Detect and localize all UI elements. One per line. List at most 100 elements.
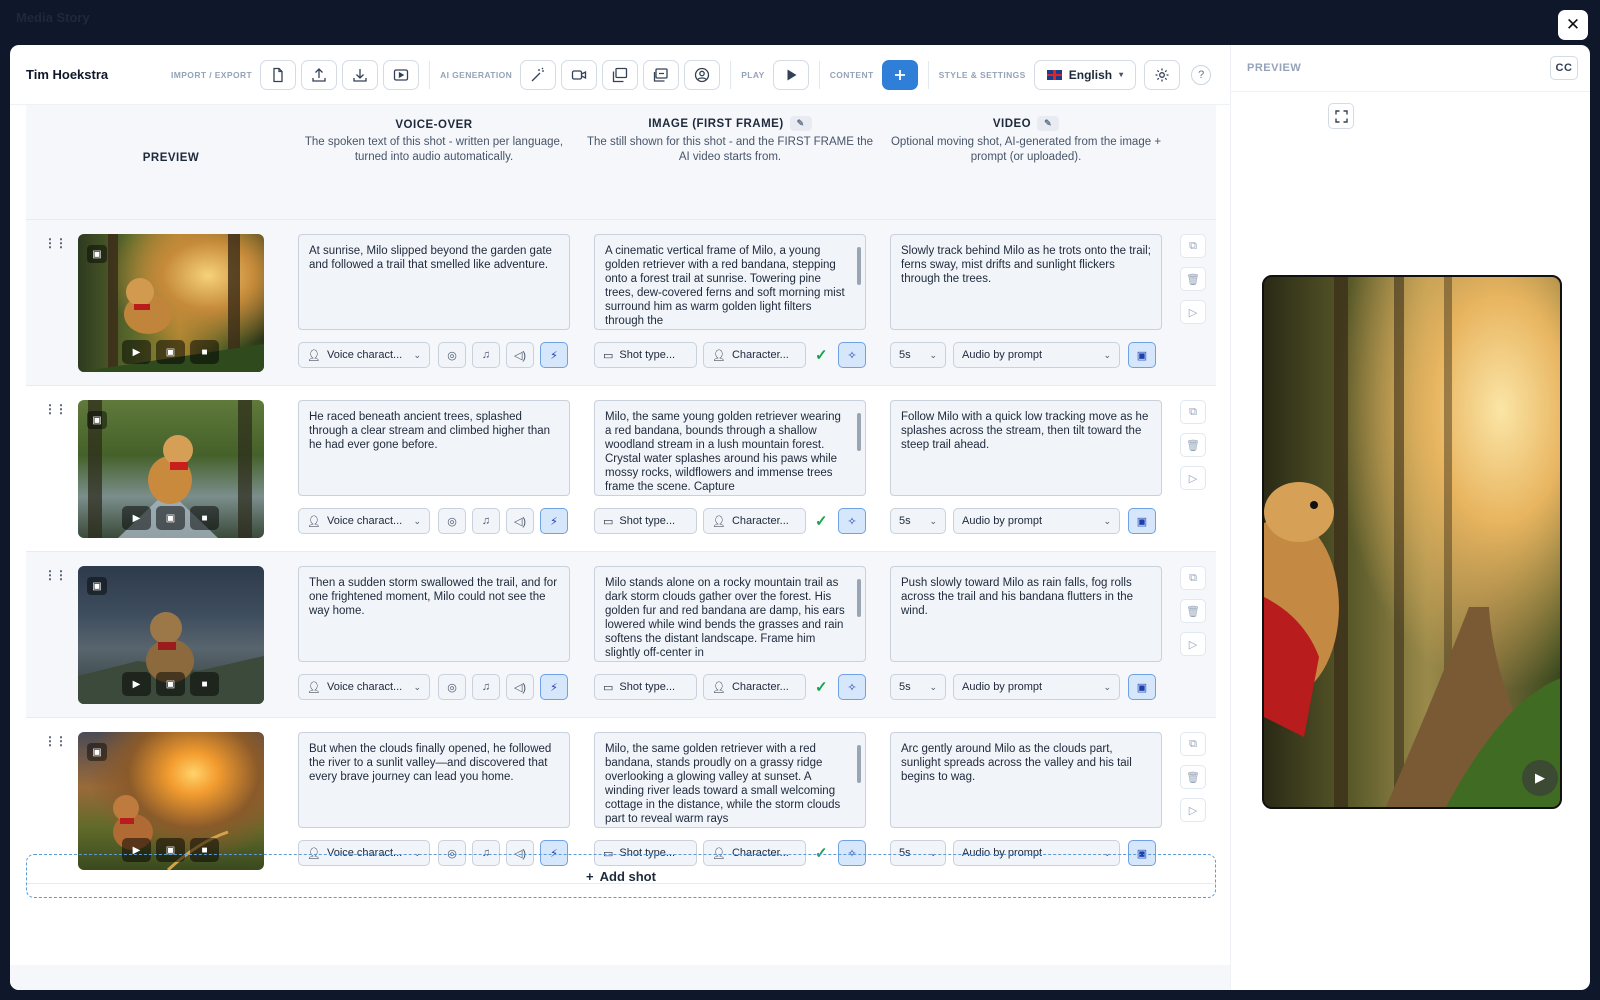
video-camera-icon[interactable]: ■ [190,340,219,364]
voice-over-text[interactable]: But when the clouds finally opened, he f… [298,732,570,828]
copy-icon[interactable]: ⧉ [1180,234,1206,258]
voice-character-select[interactable]: 👤︎ Voice charact... ⌄ [298,508,430,534]
copy-icon[interactable]: ⧉ [1180,400,1206,424]
image-prompt-text[interactable]: Milo, the same golden retriever with a r… [594,732,866,828]
scrollbar[interactable] [857,413,861,451]
shot-thumbnail[interactable]: ▣ ▶ ▣ ■ [78,234,264,372]
upload-button[interactable] [301,59,338,90]
pencil-icon[interactable]: ✎ [789,116,812,131]
voice-character-select[interactable]: 👤︎ Voice charact... ⌄ [298,674,430,700]
copy-icon[interactable]: ⧉ [1180,566,1206,590]
trash-icon[interactable]: 🗑︎ [1180,599,1206,623]
download-button[interactable] [342,59,379,90]
magic-wand-button[interactable] [520,59,557,90]
music-button[interactable]: ♫ [472,508,500,534]
play-icon[interactable]: ▷ [1180,300,1206,324]
sound-button[interactable]: ◁) [506,508,534,534]
voice-over-text[interactable]: At sunrise, Milo slipped beyond the gard… [298,234,570,330]
video-camera-icon[interactable]: ■ [190,506,219,530]
copy-icon[interactable]: ⧉ [1180,732,1206,756]
drag-handle-icon[interactable]: ⋮⋮ [44,402,67,416]
shot-type-select[interactable]: ▭ Shot type... [594,508,697,534]
image-icon[interactable]: ▣ [156,672,185,696]
voice-over-text[interactable]: He raced beneath ancient trees, splashed… [298,400,570,496]
duration-select[interactable]: 5s ⌄ [890,508,946,534]
video-prompt-text[interactable]: Slowly track behind Milo as he trots ont… [890,234,1162,330]
play-button[interactable] [772,59,809,90]
settings-button[interactable] [1144,59,1181,90]
sound-button[interactable]: ◁) [506,674,534,700]
video-prompt-text[interactable]: Arc gently around Milo as the clouds par… [890,732,1162,828]
trash-icon[interactable]: 🗑︎ [1180,765,1206,789]
shot-thumbnail[interactable]: ▣ ▶ ▣ ■ [78,732,264,870]
video-generate-button[interactable]: ▣ [1128,508,1156,534]
image-prompt-text[interactable]: Milo stands alone on a rocky mountain tr… [594,566,866,662]
music-button[interactable]: ♫ [472,674,500,700]
music-button[interactable]: ♫ [472,342,500,368]
shot-type-select[interactable]: ▭ Shot type... [594,342,697,368]
preview-play-button[interactable]: ▶ [1522,760,1558,796]
image-icon[interactable]: ▣ [156,340,185,364]
voice-character-select[interactable]: 👤︎ Voice charact... ⌄ [298,342,430,368]
voice-generate-button[interactable]: ⚡︎ [540,508,568,534]
scrollbar[interactable] [857,745,861,783]
shot-thumbnail[interactable]: ▣ ▶ ▣ ■ [78,566,264,704]
voice-generate-button[interactable]: ⚡︎ [540,674,568,700]
drag-handle-icon[interactable]: ⋮⋮ [44,734,67,748]
video-generate-button[interactable]: ▣ [1128,342,1156,368]
generate-images-button[interactable] [602,59,639,90]
image-generate-button[interactable]: ✧ [838,674,866,700]
image-generate-button[interactable]: ✧ [838,508,866,534]
trash-icon[interactable]: 🗑︎ [1180,433,1206,457]
image-prompt-text[interactable]: Milo, the same young golden retriever we… [594,400,866,496]
video-camera-icon[interactable]: ■ [190,672,219,696]
character-select[interactable]: 👤︎ Character... [703,342,806,368]
shot-thumbnail[interactable]: ▣ ▶ ▣ ■ [78,400,264,538]
drag-handle-icon[interactable]: ⋮⋮ [44,236,67,250]
play-icon[interactable]: ▷ [1180,798,1206,822]
image-icon[interactable]: ▣ [156,506,185,530]
drag-handle-icon[interactable]: ⋮⋮ [44,568,67,582]
duration-select[interactable]: 5s ⌄ [890,342,946,368]
help-button[interactable]: ? [1191,64,1212,85]
pencil-icon[interactable]: ✎ [1037,116,1060,131]
video-prompt-text[interactable]: Follow Milo with a quick low tracking mo… [890,400,1162,496]
duration-select[interactable]: 5s ⌄ [890,674,946,700]
play-icon[interactable]: ▶ [122,340,151,364]
trash-icon[interactable]: 🗑︎ [1180,267,1206,291]
image-generate-button[interactable]: ✧ [838,342,866,368]
play-icon[interactable]: ▶ [122,672,151,696]
shot-type-select[interactable]: ▭ Shot type... [594,674,697,700]
export-video-button[interactable] [383,59,420,90]
video-generate-button[interactable]: ▣ [1128,674,1156,700]
avatar-circle-button[interactable]: ◎ [438,508,466,534]
avatar-circle-button[interactable]: ◎ [438,674,466,700]
character-select[interactable]: 👤︎ Character... [703,674,806,700]
fullscreen-button[interactable] [1328,103,1354,129]
add-content-button[interactable] [881,59,918,90]
captions-button[interactable]: CC [1550,56,1578,80]
play-icon[interactable]: ▷ [1180,632,1206,656]
add-shot-button[interactable]: + Add shot [26,854,1216,898]
character-select[interactable]: 👤︎ Character... [703,508,806,534]
image-prompt-text[interactable]: A cinematic vertical frame of Milo, a yo… [594,234,866,330]
generate-scenes-button[interactable] [643,59,680,90]
close-icon[interactable]: ✕ [1558,10,1588,40]
video-prompt-text[interactable]: Push slowly toward Milo as rain falls, f… [890,566,1162,662]
audio-select[interactable]: Audio by prompt ⌄ [953,674,1120,700]
voice-over-text[interactable]: Then a sudden storm swallowed the trail,… [298,566,570,662]
characters-button[interactable] [684,59,721,90]
sound-button[interactable]: ◁) [506,342,534,368]
audio-select[interactable]: Audio by prompt ⌄ [953,508,1120,534]
avatar-circle-button[interactable]: ◎ [438,342,466,368]
scrollbar[interactable] [857,579,861,617]
voice-generate-button[interactable]: ⚡︎ [540,342,568,368]
language-select[interactable]: English ▾ [1033,59,1137,90]
audio-select[interactable]: Audio by prompt ⌄ [953,342,1120,368]
scrollbar[interactable] [857,247,861,285]
generate-videos-button[interactable] [561,59,598,90]
play-icon[interactable]: ▷ [1180,466,1206,490]
import-file-button[interactable] [260,59,297,90]
video-preview[interactable] [1262,275,1562,809]
play-icon[interactable]: ▶ [122,506,151,530]
